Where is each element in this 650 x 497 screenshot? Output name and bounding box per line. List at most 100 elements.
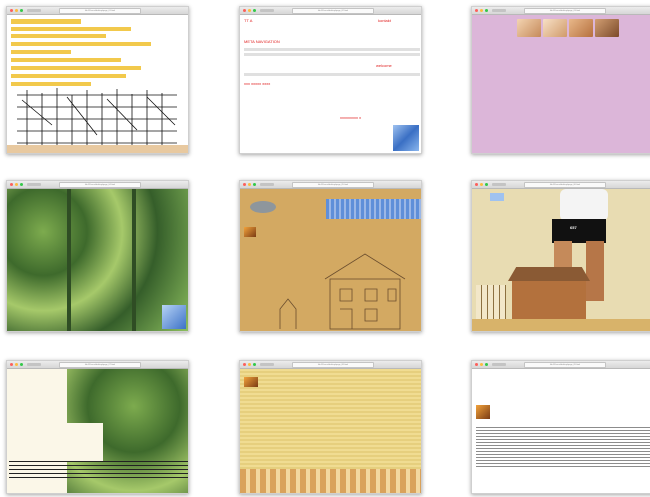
zoom-icon[interactable] (485, 183, 488, 186)
minimize-icon[interactable] (480, 9, 483, 12)
browser-window-4[interactable]: file:///Users/desktop/page_04.html (6, 180, 189, 332)
address-bar[interactable]: file:///Users/desktop/page_07.html (59, 362, 141, 368)
zoom-icon[interactable] (20, 183, 23, 186)
text-lines (9, 461, 188, 481)
blue-water-image (393, 125, 419, 151)
close-icon[interactable] (243, 9, 246, 12)
close-icon[interactable] (10, 363, 13, 366)
highlight-block (11, 27, 131, 31)
small-image (244, 377, 258, 387)
close-icon[interactable] (475, 183, 478, 186)
browser-window-8[interactable]: file:///Users/desktop/page_08.html (239, 360, 422, 494)
back-forward-buttons[interactable] (27, 9, 41, 12)
highlight-block (11, 50, 71, 54)
runner-leg (586, 241, 604, 301)
footer-strip (7, 145, 188, 153)
zoom-icon[interactable] (485, 9, 488, 12)
page-content: 657 (472, 189, 650, 331)
browser-window-5[interactable]: file:///Users/desktop/page_05.html (239, 180, 422, 332)
minimize-icon[interactable] (480, 183, 483, 186)
page-content (240, 369, 421, 493)
address-bar[interactable]: file:///Users/desktop/page_03.html (524, 8, 606, 14)
minimize-icon[interactable] (15, 363, 18, 366)
window-titlebar[interactable]: file:///Users/desktop/page_08.html (240, 361, 421, 369)
small-image (476, 405, 490, 419)
browser-window-1[interactable]: file:///Users/desktop/page_01.html (6, 6, 189, 154)
zoom-icon[interactable] (485, 363, 488, 366)
highlight-block (11, 66, 141, 70)
highlight-block (11, 19, 81, 24)
photo-thumbnail (595, 19, 619, 37)
close-icon[interactable] (243, 183, 246, 186)
highlight-block (11, 34, 106, 38)
photo-thumbnail (569, 19, 593, 37)
back-forward-buttons[interactable] (492, 9, 506, 12)
blue-water-image (162, 305, 186, 329)
zoom-icon[interactable] (253, 363, 256, 366)
architectural-sketch-drawing (17, 88, 177, 151)
page-content (472, 369, 650, 493)
window-titlebar[interactable]: file:///Users/desktop/page_02.html (240, 7, 421, 15)
highlight-block (11, 74, 126, 78)
minimize-icon[interactable] (248, 363, 251, 366)
highlight-block (11, 58, 121, 62)
minimize-icon[interactable] (15, 9, 18, 12)
minimize-icon[interactable] (248, 9, 251, 12)
back-forward-buttons[interactable] (260, 9, 274, 12)
back-forward-buttons[interactable] (27, 363, 41, 366)
race-number: 657 (570, 225, 577, 230)
page-heading: TT A (244, 18, 253, 23)
address-bar[interactable]: file:///Users/desktop/page_04.html (59, 182, 141, 188)
stone-image (250, 201, 276, 213)
window-titlebar[interactable]: file:///Users/desktop/page_06.html (472, 181, 650, 189)
close-icon[interactable] (475, 9, 478, 12)
nav-label: META NAVIGATION (244, 39, 280, 44)
zoom-icon[interactable] (20, 363, 23, 366)
link-line[interactable]: xxx xxxxx xxxx (244, 81, 270, 86)
address-bar[interactable]: file:///Users/desktop/page_02.html (292, 8, 374, 14)
minimize-icon[interactable] (248, 183, 251, 186)
close-icon[interactable] (475, 363, 478, 366)
browser-window-7[interactable]: file:///Users/desktop/page_07.html (6, 360, 189, 494)
back-forward-buttons[interactable] (260, 363, 274, 366)
window-titlebar[interactable]: file:///Users/desktop/page_04.html (7, 181, 188, 189)
text-block (476, 427, 650, 467)
minimize-icon[interactable] (480, 363, 483, 366)
zoom-icon[interactable] (253, 9, 256, 12)
small-image (490, 193, 504, 201)
zoom-icon[interactable] (253, 183, 256, 186)
address-bar[interactable]: file:///Users/desktop/page_09.html (524, 362, 606, 368)
minimize-icon[interactable] (15, 183, 18, 186)
back-forward-buttons[interactable] (260, 183, 274, 186)
address-bar[interactable]: file:///Users/desktop/page_06.html (524, 182, 606, 188)
back-forward-buttons[interactable] (492, 183, 506, 186)
contact-link[interactable]: kontakt (378, 18, 391, 23)
close-icon[interactable] (10, 183, 13, 186)
address-bar[interactable]: file:///Users/desktop/page_08.html (292, 362, 374, 368)
address-bar[interactable]: file:///Users/desktop/page_01.html (59, 8, 141, 14)
tile-seam (132, 189, 136, 331)
close-icon[interactable] (10, 9, 13, 12)
window-titlebar[interactable]: file:///Users/desktop/page_07.html (7, 361, 188, 369)
window-titlebar[interactable]: file:///Users/desktop/page_09.html (472, 361, 650, 369)
browser-window-3[interactable]: file:///Users/desktop/page_03.html (471, 6, 650, 154)
browser-window-2[interactable]: file:///Users/desktop/page_02.html TT A … (239, 6, 422, 154)
page-content: TT A META NAVIGATION welcome xxx xxxxx x… (240, 15, 421, 153)
close-icon[interactable] (243, 363, 246, 366)
window-titlebar[interactable]: file:///Users/desktop/page_03.html (472, 7, 650, 15)
address-bar[interactable]: file:///Users/desktop/page_05.html (292, 182, 374, 188)
runner-shirt (560, 189, 608, 221)
zoom-icon[interactable] (20, 9, 23, 12)
back-forward-buttons[interactable] (27, 183, 41, 186)
text-panel (7, 423, 103, 461)
browser-window-6[interactable]: file:///Users/desktop/page_06.html 657 (471, 180, 650, 332)
window-titlebar[interactable]: file:///Users/desktop/page_01.html (7, 7, 188, 15)
browser-window-9[interactable]: file:///Users/desktop/page_09.html (471, 360, 650, 494)
house-sketch-drawing (279, 253, 406, 330)
divider (244, 48, 420, 51)
tile-seam (67, 189, 71, 331)
welcome-label: welcome (376, 63, 392, 68)
back-forward-buttons[interactable] (492, 363, 506, 366)
forest-image (7, 369, 188, 493)
window-titlebar[interactable]: file:///Users/desktop/page_05.html (240, 181, 421, 189)
